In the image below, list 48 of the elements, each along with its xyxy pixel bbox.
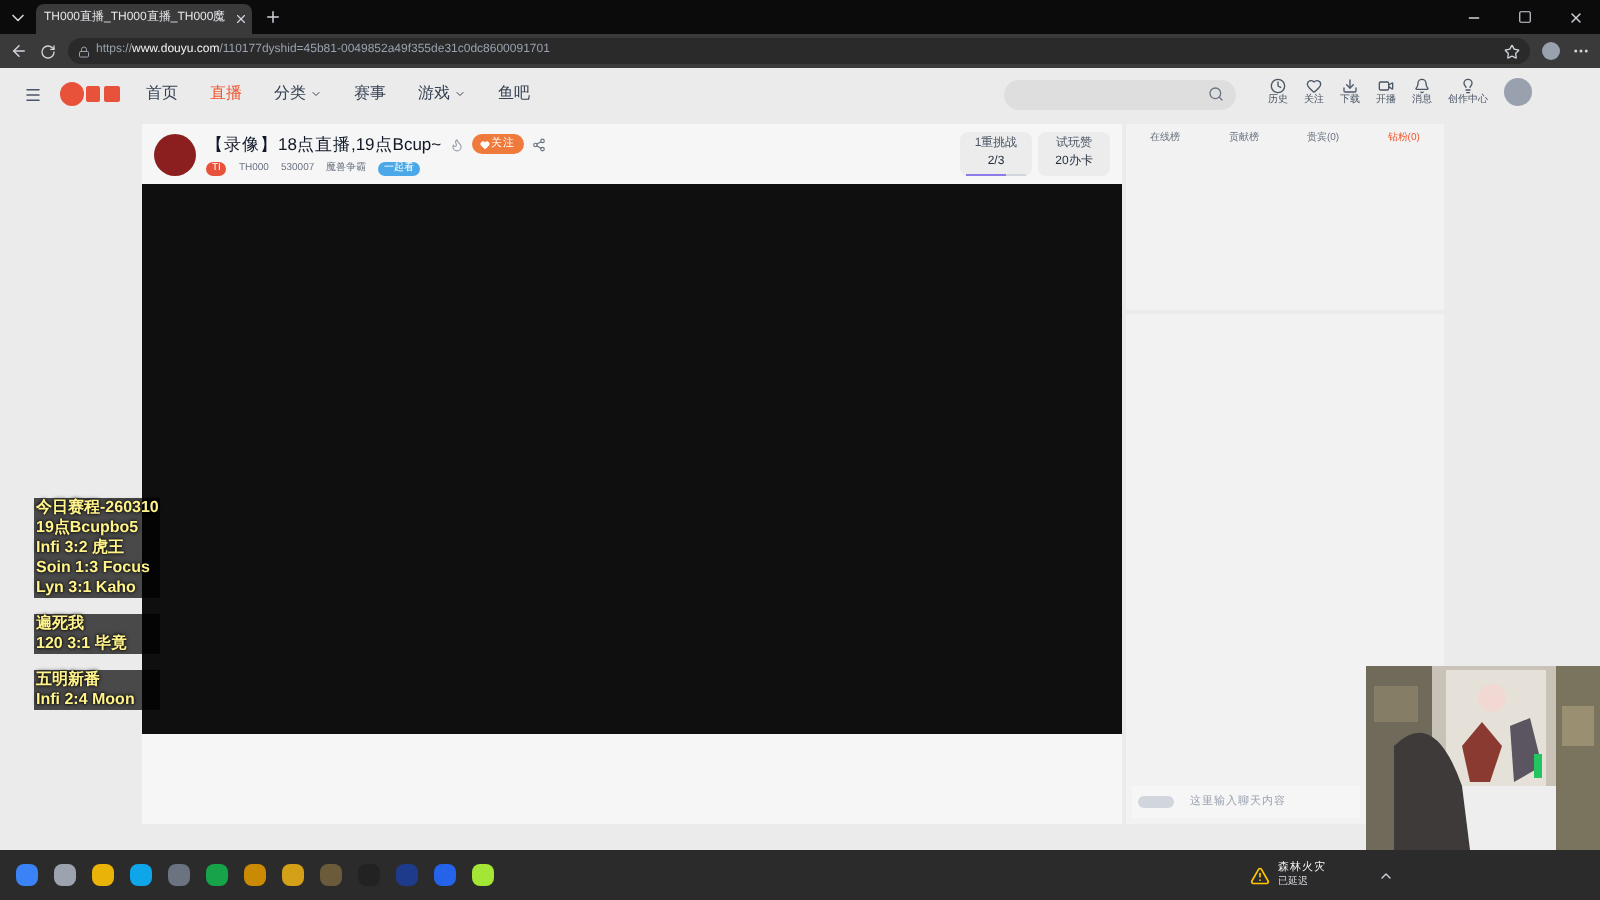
menu-icon[interactable]: [24, 85, 42, 103]
back-icon[interactable]: [10, 42, 28, 60]
taskbar-app-icon[interactable]: [472, 864, 494, 886]
close-icon[interactable]: [233, 12, 248, 26]
overlay-text: Lyn 3:1 Kaho: [34, 578, 161, 598]
taskbar-app-icon[interactable]: [244, 864, 266, 886]
taskbar-app-icon[interactable]: [54, 864, 76, 886]
maximize-icon[interactable]: [1518, 9, 1532, 23]
reload-icon[interactable]: [40, 43, 56, 59]
stream-title: 【录像】18点直播,19点Bcup~: [206, 131, 442, 158]
overlay-text: Infi 2:4 Moon: [34, 690, 161, 710]
profile-avatar[interactable]: [1542, 42, 1560, 60]
overlay-text: Infi 3:2 虎王: [34, 538, 161, 558]
caret-icon: [454, 88, 466, 100]
taskbar-app-icon[interactable]: [16, 864, 38, 886]
follow-icon: [1306, 78, 1322, 95]
nav-link[interactable]: 分类: [274, 82, 322, 106]
search-icon[interactable]: [1208, 86, 1224, 102]
close-icon[interactable]: [1568, 9, 1584, 25]
favorite-icon[interactable]: [1504, 43, 1520, 59]
overlay-text: Soin 1:3 Focus: [34, 558, 161, 578]
new-tab-icon[interactable]: [264, 8, 282, 26]
nav-link[interactable]: 首页: [146, 82, 178, 106]
nav-link[interactable]: 游戏: [418, 82, 466, 106]
taskbar-app-icon[interactable]: [206, 864, 228, 886]
taskbar-app-icon[interactable]: [130, 864, 152, 886]
overlay-text: 今日赛程-260310: [34, 498, 161, 518]
logo-icon[interactable]: [58, 80, 122, 108]
overlay-text: 120 3:1 毕竟: [34, 634, 161, 654]
nav-link[interactable]: 鱼吧: [498, 82, 530, 106]
creator-icon: [1460, 78, 1476, 95]
taskbar-app-icon[interactable]: [282, 864, 304, 886]
warning-icon: [1250, 865, 1270, 885]
streamer-avatar[interactable]: [154, 133, 196, 175]
search-field[interactable]: [1004, 79, 1236, 109]
download-icon: [1342, 78, 1358, 95]
message-icon: [1414, 78, 1430, 95]
share-icon[interactable]: [531, 137, 546, 152]
history-icon: [1270, 78, 1286, 95]
lock-icon: [78, 45, 90, 57]
heart-icon: [479, 139, 490, 150]
taskbar-app-icon[interactable]: [92, 864, 114, 886]
broadcast-icon: [1378, 78, 1394, 95]
fire-icon: [449, 137, 464, 152]
overlay-text: 19点Bcupbo5: [34, 518, 161, 538]
emoji-toggle[interactable]: [1138, 796, 1174, 808]
caret-icon: [310, 88, 322, 100]
nav-link[interactable]: 赛事: [354, 82, 386, 106]
